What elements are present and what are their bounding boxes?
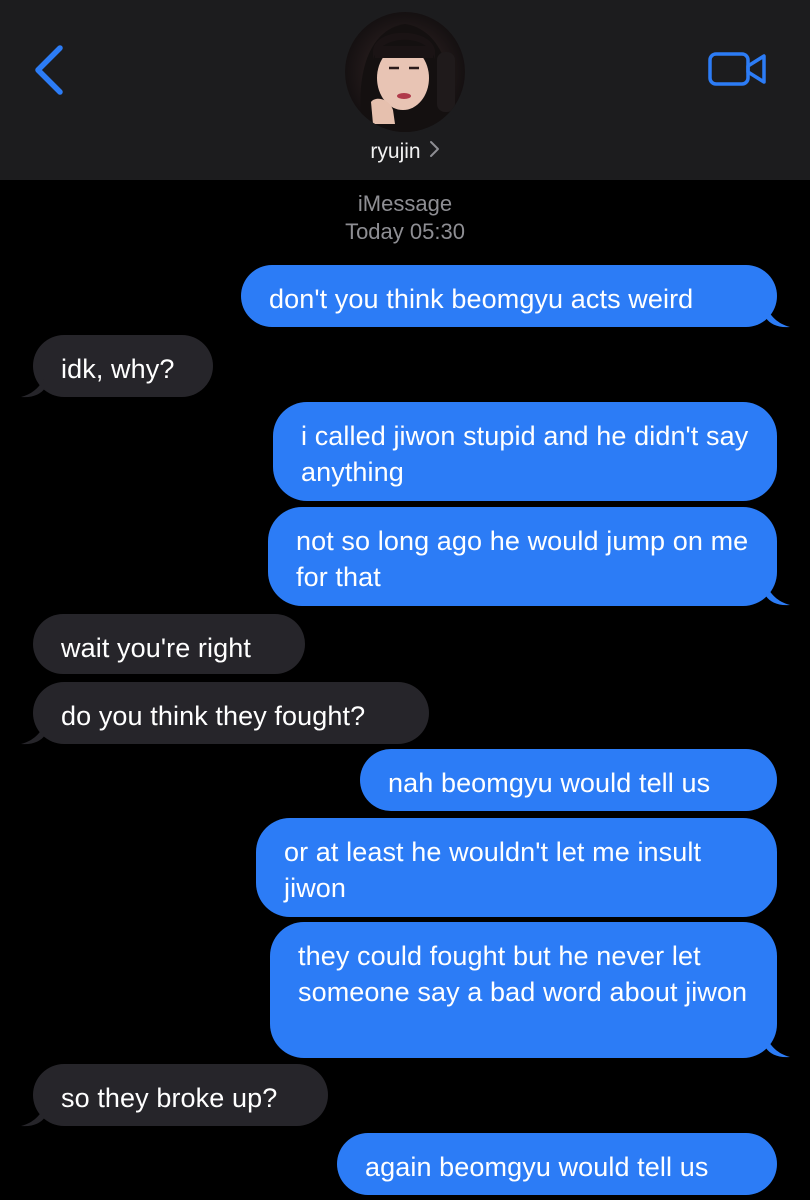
bubble-tail bbox=[766, 1036, 790, 1058]
message-bubble-received[interactable]: idk, why? bbox=[33, 335, 213, 397]
avatar-portrait-image bbox=[345, 12, 465, 132]
facetime-video-button[interactable] bbox=[706, 50, 770, 90]
message-text: again beomgyu would tell us bbox=[365, 1152, 709, 1182]
message-text: nah beomgyu would tell us bbox=[388, 768, 711, 798]
thread-timestamp: Today 05:30 bbox=[345, 219, 465, 244]
contact-name-button[interactable]: ryujin bbox=[0, 140, 810, 164]
message-bubble-sent[interactable]: again beomgyu would tell us bbox=[337, 1133, 777, 1195]
message-bubble-received[interactable]: wait you're right bbox=[33, 614, 305, 674]
message-text: so they broke up? bbox=[61, 1083, 278, 1113]
message-text: or at least he wouldn't let me insult ji… bbox=[284, 837, 702, 903]
bubble-tail bbox=[21, 376, 45, 398]
message-bubble-received[interactable]: so they broke up? bbox=[33, 1064, 328, 1126]
chevron-right-icon bbox=[429, 140, 440, 164]
message-text: they could fought but he never let someo… bbox=[298, 941, 748, 1007]
message-text: do you think they fought? bbox=[61, 701, 366, 731]
chevron-left-icon bbox=[35, 45, 63, 95]
message-text: idk, why? bbox=[61, 354, 175, 384]
message-bubble-sent[interactable]: don't you think beomgyu acts weird bbox=[241, 265, 777, 327]
service-label: iMessage bbox=[357, 191, 453, 216]
bubble-tail bbox=[21, 723, 45, 745]
back-button[interactable] bbox=[26, 40, 76, 100]
message-bubble-sent[interactable]: they could fought but he never let someo… bbox=[270, 922, 777, 1058]
message-text: don't you think beomgyu acts weird bbox=[269, 284, 694, 314]
message-bubble-sent[interactable]: or at least he wouldn't let me insult ji… bbox=[256, 818, 777, 917]
message-text: wait you're right bbox=[61, 633, 251, 663]
bubble-tail bbox=[766, 306, 790, 328]
message-bubble-sent[interactable]: not so long ago he would jump on me for … bbox=[268, 507, 777, 606]
contact-name: ryujin bbox=[370, 140, 421, 163]
contact-avatar[interactable] bbox=[345, 12, 465, 132]
conversation-header: ryujin bbox=[0, 0, 810, 180]
message-text: i called jiwon stupid and he didn't say … bbox=[301, 421, 749, 487]
video-camera-icon bbox=[708, 52, 766, 86]
message-bubble-received[interactable]: do you think they fought? bbox=[33, 682, 429, 744]
message-bubble-sent[interactable]: i called jiwon stupid and he didn't say … bbox=[273, 402, 777, 501]
bubble-tail bbox=[21, 1105, 45, 1127]
message-text: not so long ago he would jump on me for … bbox=[296, 526, 749, 592]
message-bubble-sent[interactable]: nah beomgyu would tell us bbox=[360, 749, 777, 811]
bubble-tail bbox=[766, 584, 790, 606]
